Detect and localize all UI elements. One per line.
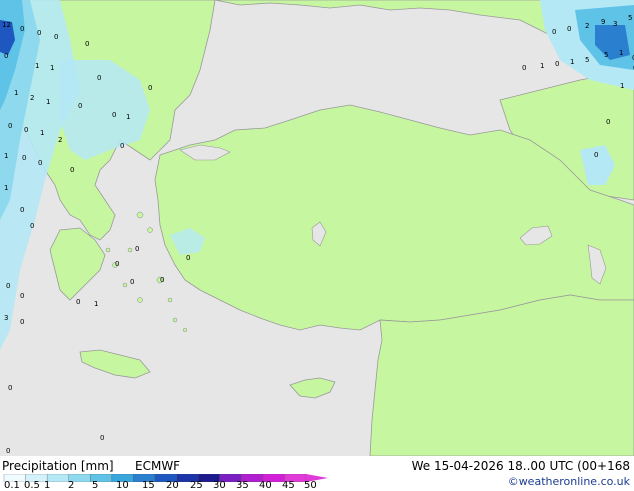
model-name: ECMWF xyxy=(135,459,181,473)
precip-value-label: 0 xyxy=(20,292,24,300)
precip-value-label: 0 xyxy=(20,318,24,326)
precip-value-label: 0 xyxy=(6,282,10,290)
precip-value-label: 1 xyxy=(619,49,623,57)
precip-value-label: 2 xyxy=(585,22,589,30)
precip-value-label: 0 xyxy=(24,126,28,134)
valid-time: We 15-04-2026 18..00 UTC (00+168 xyxy=(411,459,630,473)
precip-value-label: 0 xyxy=(115,260,119,268)
precip-value-label: 0 xyxy=(8,122,12,130)
precip-value-label: 2 xyxy=(30,94,34,102)
precip-value-label: 9 xyxy=(601,18,605,26)
precip-value-label: 1 xyxy=(620,82,624,90)
precip-value-label: 1 xyxy=(4,152,8,160)
precip-value-label: 3 xyxy=(4,314,8,322)
precip-value-label: 1 xyxy=(540,62,544,70)
precipitation-map: 12 0 0 0001 10012 1 00 10 0 1201 00010000000 13 0000… xyxy=(0,0,634,456)
precip-value-label: 0 xyxy=(22,154,26,162)
precip-value-label: 0 xyxy=(97,74,101,82)
precip-value-label: 0 xyxy=(8,384,12,392)
precip-value-label: 3 xyxy=(613,20,617,28)
precip-value-label: 0 xyxy=(20,206,24,214)
precip-value-label: 1 xyxy=(35,62,39,70)
precip-value-label: 1 xyxy=(94,300,98,308)
precip-value-label: 1 xyxy=(570,58,574,66)
precip-value-label: 0 xyxy=(594,151,598,159)
precip-value-label: 1 xyxy=(46,98,50,106)
precip-value-label: 1 xyxy=(40,129,44,137)
precip-value-label: 0 xyxy=(38,159,42,167)
precip-value-label: 0 xyxy=(112,111,116,119)
legend-title: Precipitation [mm] xyxy=(2,459,114,473)
precip-value-label: 0 xyxy=(20,25,24,33)
precip-value-label: 0 xyxy=(6,447,10,455)
precip-value-label: 0 xyxy=(78,102,82,110)
precip-value-label: 1 xyxy=(126,113,130,121)
precip-value-label: 0 xyxy=(70,166,74,174)
precip-value-label: 0 xyxy=(567,25,571,33)
precip-value-label: 0 xyxy=(76,298,80,306)
precip-value-label: 1 xyxy=(14,89,18,97)
copyright-link[interactable]: ©weatheronline.co.uk xyxy=(508,475,630,489)
precip-value-label: 0 xyxy=(135,245,139,253)
precip-value-label: 0 xyxy=(120,142,124,150)
precip-value-label: 0 xyxy=(522,64,526,72)
precip-value-label: 0 xyxy=(552,28,556,36)
precip-value-label: 0 xyxy=(4,52,8,60)
precip-value-label: 2 xyxy=(58,136,62,144)
precip-value-label: 1 xyxy=(50,64,54,72)
precip-value-label: 0 xyxy=(555,60,559,68)
precip-value-label: 5 xyxy=(585,56,589,64)
precip-value-label: 0 xyxy=(186,254,190,262)
precip-value-label: 0 xyxy=(130,278,134,286)
precip-value-label: 0 xyxy=(30,222,34,230)
precip-value-label: 5 xyxy=(628,14,632,22)
precip-value-label: 0 xyxy=(85,40,89,48)
precip-value-label: 5 xyxy=(604,51,608,59)
precip-value-label: 1 xyxy=(4,184,8,192)
precip-value-label: 12 xyxy=(2,21,11,29)
precip-value-label: 0 xyxy=(606,118,610,126)
precip-value-label: 0 xyxy=(160,276,164,284)
precip-value-label: 0 xyxy=(54,33,58,41)
precip-value-label: 0 xyxy=(100,434,104,442)
precip-value-label: 0 xyxy=(37,29,41,37)
precip-value-label: 0 xyxy=(148,84,152,92)
